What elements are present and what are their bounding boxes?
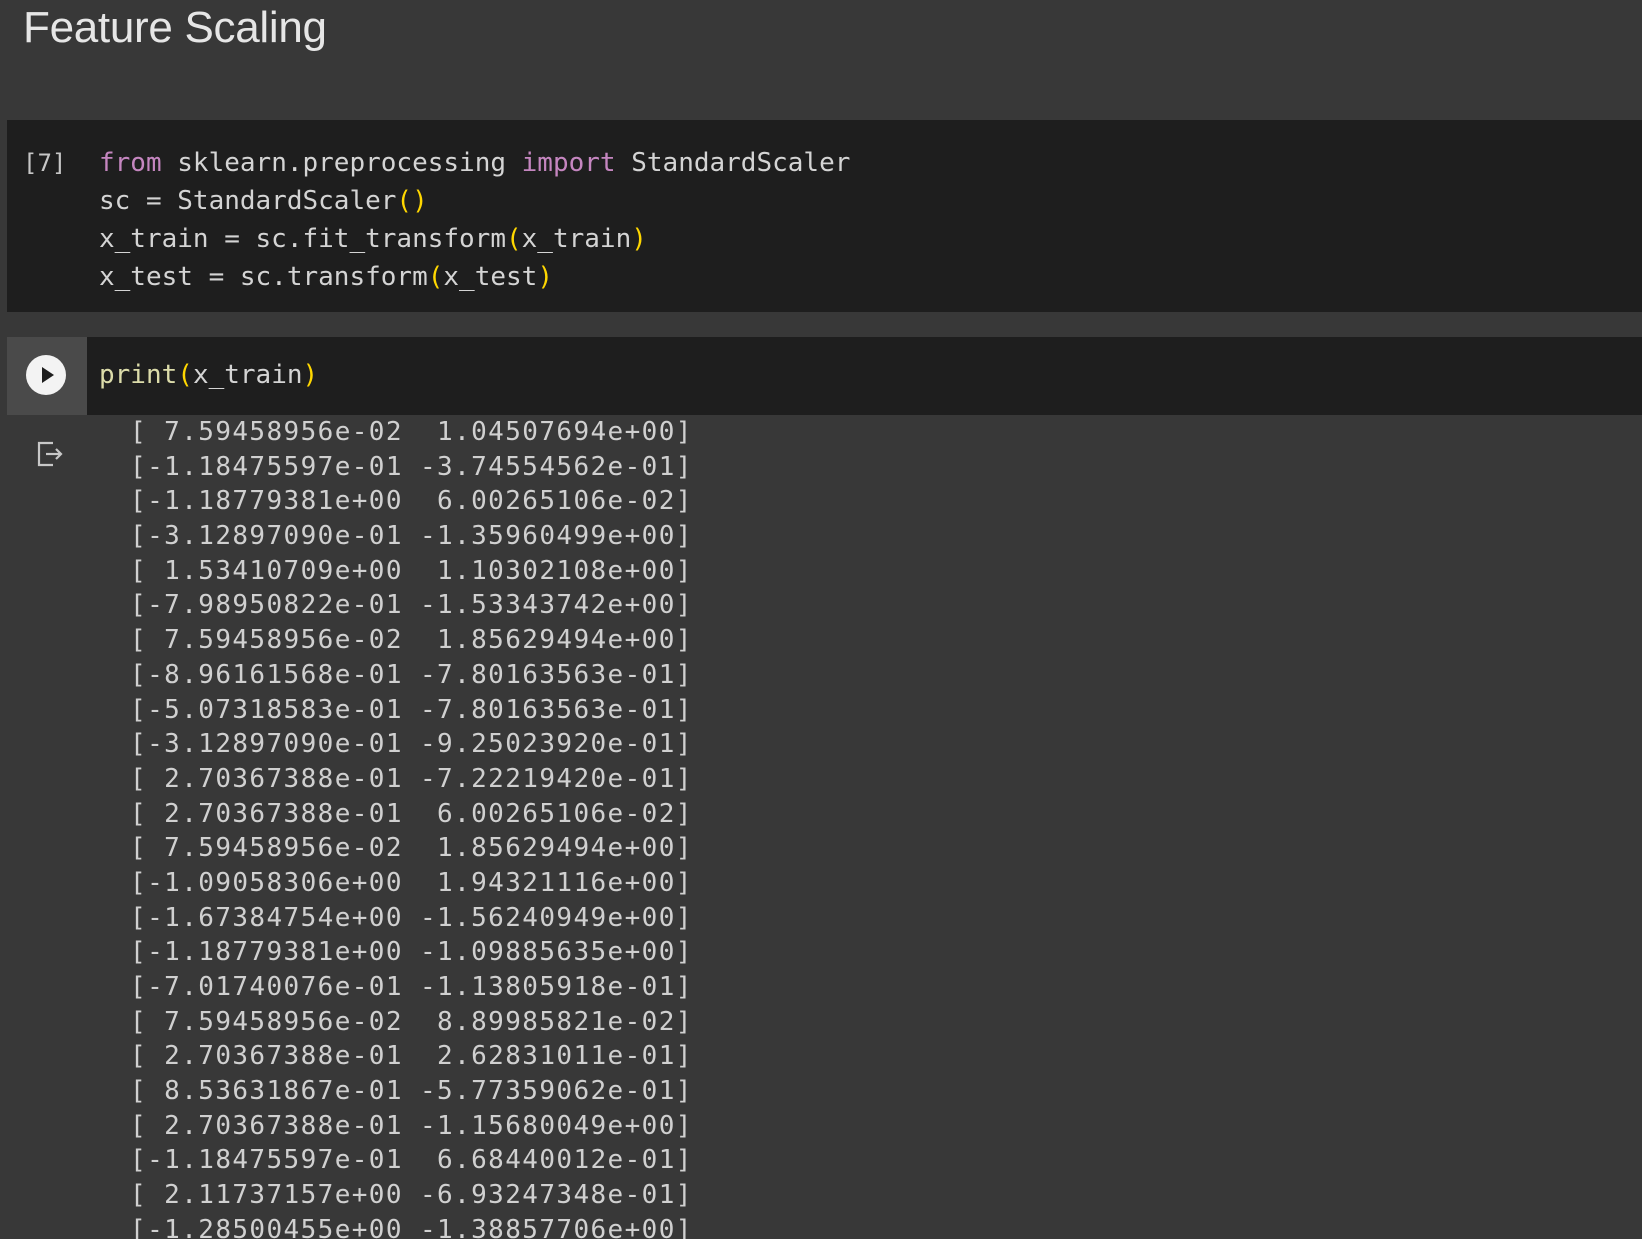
code-token: ) — [631, 224, 647, 254]
output-line: [-1.18475597e-01 -3.74554562e-01] — [113, 451, 693, 482]
output-line: [-3.12897090e-01 -9.25023920e-01] — [113, 729, 693, 760]
code-token: ) — [537, 262, 553, 292]
code-cell-print[interactable]: print(x_train) — [7, 337, 1642, 415]
output-line: [-1.18779381e+00 6.00265106e-02] — [113, 486, 693, 517]
code-editor[interactable]: from sklearn.preprocessing import Standa… — [99, 144, 850, 296]
run-cell-button[interactable] — [26, 355, 66, 395]
output-line: [-7.98950822e-01 -1.53343742e+00] — [113, 590, 693, 621]
code-line: x_test = sc.transform(x_test) — [99, 258, 850, 296]
output-line: [-1.09058306e+00 1.94321116e+00] — [113, 867, 693, 898]
output-line: [ 2.70367388e-01 6.00265106e-02] — [113, 798, 693, 829]
output-line: [ 2.70367388e-01 2.62831011e-01] — [113, 1041, 693, 1072]
execution-count: [7] — [23, 149, 67, 177]
code-token: print — [99, 360, 178, 390]
output-line: [-1.28500455e+00 -1.38857706e+00] — [113, 1214, 693, 1239]
code-editor[interactable]: print(x_train) — [99, 356, 318, 394]
output-line: [-8.96161568e-01 -7.80163563e-01] — [113, 659, 693, 690]
output-line: [ 7.59458956e-02 8.89985821e-02] — [113, 1006, 693, 1037]
output-redirect-icon[interactable] — [33, 437, 67, 471]
code-token: x_train = sc.fit_transform — [99, 224, 506, 254]
section-heading: Feature Scaling — [23, 3, 327, 52]
output-line: [ 1.53410709e+00 1.10302108e+00] — [113, 555, 693, 586]
output-line: [-3.12897090e-01 -1.35960499e+00] — [113, 521, 693, 552]
code-line: print(x_train) — [99, 356, 318, 394]
code-token: x_test = sc.transform — [99, 262, 428, 292]
code-token: ) — [302, 360, 319, 390]
output-line: [ 7.59458956e-02 1.04507694e+00] — [113, 417, 693, 447]
code-token: sklearn.preprocessing — [161, 148, 522, 178]
output-line: [-1.67384754e+00 -1.56240949e+00] — [113, 902, 693, 933]
code-token: from — [99, 148, 162, 178]
output-line: [-5.07318583e-01 -7.80163563e-01] — [113, 694, 693, 725]
output-gutter — [7, 415, 87, 1239]
output-line: [ 8.53631867e-01 -5.77359062e-01] — [113, 1076, 693, 1107]
output-text: [ 7.59458956e-02 1.04507694e+00] [-1.184… — [113, 415, 693, 1239]
output-line: [ 7.59458956e-02 1.85629494e+00] — [113, 625, 693, 656]
output-line: [ 2.11737157e+00 -6.93247348e-01] — [113, 1180, 693, 1211]
output-line: [ 2.70367388e-01 -1.15680049e+00] — [113, 1110, 693, 1141]
code-token: x_test — [443, 262, 538, 292]
play-icon — [42, 367, 54, 383]
cell-output: [ 7.59458956e-02 1.04507694e+00] [-1.184… — [7, 415, 1642, 1239]
code-token: ( — [427, 262, 444, 292]
code-token: sc = StandardScaler — [99, 186, 397, 216]
output-line: [ 7.59458956e-02 1.85629494e+00] — [113, 833, 693, 864]
code-line: x_train = sc.fit_transform(x_train) — [99, 220, 850, 258]
code-line: from sklearn.preprocessing import Standa… — [99, 144, 850, 182]
code-token: StandardScaler — [615, 148, 851, 178]
code-token: ( — [177, 360, 193, 390]
output-line: [-7.01740076e-01 -1.13805918e-01] — [113, 972, 693, 1002]
output-line: [ 2.70367388e-01 -7.22219420e-01] — [113, 763, 693, 794]
code-token: () — [396, 186, 428, 216]
code-token: x_train — [192, 360, 303, 390]
code-token: import — [521, 148, 616, 178]
code-token: ( — [506, 224, 522, 254]
code-cell-import[interactable]: [7] from sklearn.preprocessing import St… — [7, 120, 1642, 312]
output-line: [-1.18475597e-01 6.68440012e-01] — [113, 1145, 693, 1176]
code-line: sc = StandardScaler() — [99, 182, 850, 220]
output-line: [-1.18779381e+00 -1.09885635e+00] — [113, 937, 693, 968]
code-token: x_train — [521, 224, 632, 254]
run-gutter — [7, 337, 87, 415]
